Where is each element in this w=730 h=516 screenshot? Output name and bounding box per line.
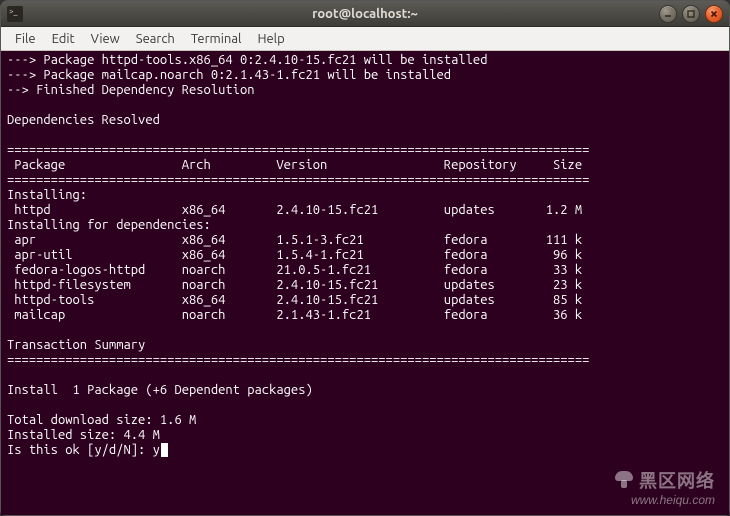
table-divider: ========================================… [7,353,589,367]
menu-view[interactable]: View [83,30,128,48]
table-divider: ========================================… [7,143,589,157]
output-line: --> Finished Dependency Resolution [7,83,255,97]
terminal-output[interactable]: ---> Package httpd-tools.x86_64 0:2.4.10… [1,51,729,515]
table-row: mailcap noarch 2.1.43-1.fc21 fedora 36 k [7,308,582,322]
window-title: root@localhost:~ [1,7,729,21]
output-line: Total download size: 1.6 M [7,413,196,427]
output-line: Dependencies Resolved [7,113,160,127]
table-row: fedora-logos-httpd noarch 21.0.5-1.fc21 … [7,263,582,277]
menubar: File Edit View Search Terminal Help [1,27,729,51]
menu-file[interactable]: File [7,30,44,48]
output-line: ---> Package httpd-tools.x86_64 0:2.4.10… [7,53,487,67]
minimize-button[interactable] [659,5,677,23]
table-row: httpd x86_64 2.4.10-15.fc21 updates 1.2 … [7,203,582,217]
table-row: apr-util x86_64 1.5.4-1.fc21 fedora 96 k [7,248,582,262]
output-line: Transaction Summary [7,338,145,352]
output-line: Installed size: 4.4 M [7,428,160,442]
table-divider: ========================================… [7,173,589,187]
terminal-icon: >_ [7,6,23,22]
window-controls [659,5,729,23]
table-header: Package Arch Version Repository Size [7,158,582,172]
window-titlebar: >_ root@localhost:~ [1,1,729,27]
maximize-button[interactable] [682,5,700,23]
table-row: apr x86_64 1.5.1-3.fc21 fedora 111 k [7,233,582,247]
section-header: Installing: [7,188,87,202]
output-line: Install 1 Package (+6 Dependent packages… [7,383,313,397]
table-row: httpd-filesystem noarch 2.4.10-15.fc21 u… [7,278,582,292]
menu-search[interactable]: Search [128,30,183,48]
prompt-line: Is this ok [y/d/N]: y [7,443,160,457]
menu-edit[interactable]: Edit [44,30,83,48]
close-button[interactable] [705,5,723,23]
menu-help[interactable]: Help [249,30,292,48]
output-line: ---> Package mailcap.noarch 0:2.1.43-1.f… [7,68,451,82]
text-cursor [161,443,168,457]
section-header: Installing for dependencies: [7,218,211,232]
table-row: httpd-tools x86_64 2.4.10-15.fc21 update… [7,293,582,307]
menu-terminal[interactable]: Terminal [183,30,250,48]
